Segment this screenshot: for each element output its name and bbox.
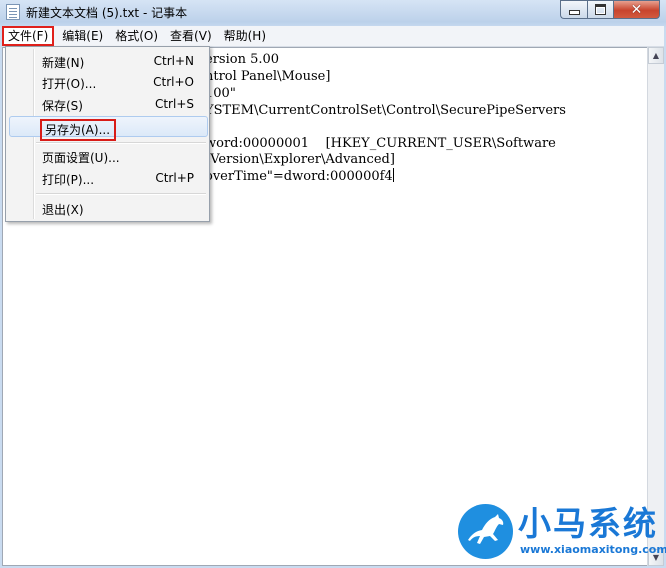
editor-line-last: overTime"=dword:000000f4 (205, 168, 394, 185)
menu-bar: 文件(F) 编辑(E) 格式(O) 查看(V) 帮助(H) (2, 26, 664, 47)
scroll-up-button[interactable]: ▲ (648, 47, 664, 64)
menu-separator (36, 193, 206, 195)
close-icon: ✕ (630, 1, 643, 18)
text-caret (392, 168, 394, 182)
watermark-title: 小马系统 (518, 504, 658, 543)
file-menu-dropdown: 新建(N) Ctrl+N 打开(O)... Ctrl+O 保存(S) Ctrl+… (5, 46, 210, 222)
editor-line: overTime"=dword:000000f4 (205, 169, 393, 184)
watermark: 小马系统 www.xiaomaxitong.com (458, 497, 666, 567)
window-title: 新建文本文档 (5).txt - 记事本 (26, 6, 188, 20)
menu-item-shortcut: Ctrl+S (154, 97, 194, 111)
vertical-scrollbar[interactable]: ▲ ▼ (647, 47, 664, 566)
horse-logo-icon (458, 504, 513, 559)
editor-line: YSTEM\CurrentControlSet\Control\SecurePi… (205, 103, 566, 118)
notepad-window: 新建文本文档 (5).txt - 记事本 ✕ 文件(F) 编辑(E) 格式(O)… (0, 0, 666, 568)
menu-item-label: 退出(X) (42, 203, 84, 217)
menu-item-label: 新建(N) (42, 56, 85, 70)
menu-view[interactable]: 查看(V) (164, 26, 218, 43)
file-menu-new[interactable]: 新建(N) Ctrl+N (8, 51, 207, 72)
menu-item-shortcut: Ctrl+O (153, 75, 194, 89)
editor-line: ersion 5.00 (205, 52, 280, 67)
maximize-icon (595, 4, 606, 15)
file-menu-print[interactable]: 打印(P)... Ctrl+P (8, 168, 207, 189)
file-menu-page-setup[interactable]: 页面设置(U)... (8, 146, 207, 167)
menu-format[interactable]: 格式(O) (109, 26, 164, 43)
title-bar[interactable]: 新建文本文档 (5).txt - 记事本 ✕ (0, 0, 666, 24)
menu-edit[interactable]: 编辑(E) (56, 26, 109, 43)
menu-item-shortcut: Ctrl+P (155, 171, 194, 185)
minimize-button[interactable] (560, 0, 587, 19)
file-menu-save[interactable]: 保存(S) Ctrl+S (8, 94, 207, 115)
menu-item-shortcut: Ctrl+N (153, 54, 194, 68)
menu-file[interactable]: 文件(F) (2, 26, 55, 46)
notepad-icon (6, 4, 20, 20)
maximize-button[interactable] (587, 0, 613, 19)
editor-line: tVersion\Explorer\Advanced] (205, 152, 395, 167)
menu-item-label: 另存为(A)... (40, 119, 117, 141)
file-menu-save-as[interactable]: 另存为(A)... (9, 116, 208, 141)
file-menu-open[interactable]: 打开(O)... Ctrl+O (8, 72, 207, 93)
menu-item-label: 页面设置(U)... (42, 151, 120, 165)
minimize-icon (568, 10, 580, 15)
menu-item-label: 打开(O)... (42, 77, 97, 91)
file-menu-exit[interactable]: 退出(X) (8, 198, 207, 219)
editor-line: ntrol Panel\Mouse] (205, 69, 331, 84)
menu-separator (36, 142, 206, 144)
close-button[interactable]: ✕ (613, 0, 660, 19)
watermark-url: www.xiaomaxitong.com (520, 543, 666, 556)
menu-help[interactable]: 帮助(H) (218, 26, 272, 43)
editor-line: word:00000001 [HKEY_CURRENT_USER\Softwar… (205, 136, 556, 151)
menu-item-label: 打印(P)... (42, 173, 95, 187)
caption-buttons: ✕ (560, 0, 660, 19)
menu-item-label: 保存(S) (42, 99, 83, 113)
